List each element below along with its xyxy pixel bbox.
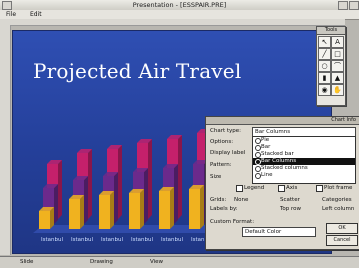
chart-type-list[interactable]: Pie Bar Stacked bar Bar Columns Stacked … — [252, 136, 356, 184]
rectangle-tool-icon[interactable]: □ — [331, 48, 344, 60]
x-tick-label: Istanbul — [71, 237, 93, 243]
system-menu-button[interactable] — [2, 1, 12, 10]
format-select[interactable]: Default Color — [242, 227, 316, 237]
bar-chart[interactable]: Istanbul Istanbul Istanbul Istanbul Istanbul… — [33, 117, 233, 247]
top-row-option[interactable]: Top row — [280, 206, 301, 212]
radio-icon — [255, 173, 261, 179]
x-tick-label: Istanbul — [161, 237, 183, 243]
tools-palette: Tools ↖ A ╱ □ ○ ⌒ ▮ ▲ ◉ ✋ — [316, 26, 346, 106]
option-bar[interactable]: Bar — [253, 144, 355, 151]
bar-0-3[interactable] — [129, 189, 144, 229]
option-bar-columns[interactable]: Bar Columns — [253, 158, 355, 165]
window-title: Presentation - [ESSPAIR.PRE] — [132, 1, 227, 9]
arc-tool-icon[interactable]: ⌒ — [331, 60, 344, 72]
display-label: Display label — [210, 150, 246, 156]
ellipse-tool-icon[interactable]: ○ — [318, 60, 331, 72]
option-stacked-columns[interactable]: Stacked columns — [253, 165, 355, 172]
status-view: View — [150, 259, 164, 265]
bar-0-1[interactable] — [69, 195, 84, 229]
ok-button[interactable]: OK — [326, 223, 358, 234]
status-slide: Slide — [20, 259, 34, 265]
size-label: Size — [210, 174, 222, 180]
chart-tool-icon[interactable]: ▮ — [318, 72, 331, 84]
legend-label: Legend — [244, 185, 265, 191]
chart-type-label: Chart type: — [210, 128, 242, 134]
dialog-title: Chart Info — [206, 117, 359, 125]
labels-by-label: Labels by: — [210, 206, 238, 212]
minimize-button[interactable] — [338, 1, 348, 10]
legend-checkbox[interactable] — [236, 185, 243, 192]
grids-none[interactable]: None — [234, 197, 248, 203]
tools-title: Tools — [317, 27, 345, 35]
option-pie[interactable]: Pie — [253, 137, 355, 144]
grids-label: Grids: — [210, 197, 227, 203]
vertical-ruler — [0, 25, 11, 255]
axis-label: Axis — [286, 185, 298, 191]
hand-tool-icon[interactable]: ✋ — [331, 84, 344, 96]
option-line[interactable]: Line — [253, 172, 355, 179]
menu-edit[interactable]: Edit — [30, 11, 42, 18]
chart-info-dialog: Chart Info Chart type: Bar Columns Optio… — [205, 116, 359, 250]
maximize-button[interactable] — [349, 1, 359, 10]
categories-option[interactable]: Categories — [322, 197, 352, 203]
zoom-tool-icon[interactable]: ◉ — [318, 84, 331, 96]
bar-0-2[interactable] — [99, 191, 114, 229]
bar-0-4[interactable] — [159, 187, 174, 229]
x-tick-label: Istanbul — [101, 237, 123, 243]
scatter-option[interactable]: Scatter — [280, 197, 300, 203]
line-tool-icon[interactable]: ╱ — [318, 48, 331, 60]
axis-checkbox[interactable] — [278, 185, 285, 192]
text-tool-icon[interactable]: A — [331, 36, 344, 48]
bar-0-5[interactable] — [189, 185, 204, 229]
option-stacked-bar[interactable]: Stacked bar — [253, 151, 355, 158]
status-drawing: Drawing — [90, 259, 113, 265]
custom-format-label: Custom Format: — [210, 219, 255, 225]
plot-frame-checkbox[interactable] — [316, 185, 323, 192]
cancel-button[interactable]: Cancel — [326, 235, 358, 246]
bar-0-0[interactable] — [39, 207, 54, 229]
pointer-tool-icon[interactable]: ↖ — [318, 36, 331, 48]
x-tick-label: Istanbul — [41, 237, 63, 243]
left-column-option[interactable]: Left column — [322, 206, 354, 212]
menu-file[interactable]: File — [6, 11, 16, 18]
options-label: Options: — [210, 139, 234, 145]
x-tick-label: Istanbul — [131, 237, 153, 243]
plot-frame-label: Plot frame — [324, 185, 353, 191]
horizontal-ruler — [0, 19, 345, 26]
fill-tool-icon[interactable]: ▲ — [331, 72, 344, 84]
slide-title[interactable]: Projected Air Travel — [33, 59, 241, 83]
status-bar: Slide Drawing View — [0, 256, 359, 268]
pattern-label: Pattern: — [210, 162, 232, 168]
